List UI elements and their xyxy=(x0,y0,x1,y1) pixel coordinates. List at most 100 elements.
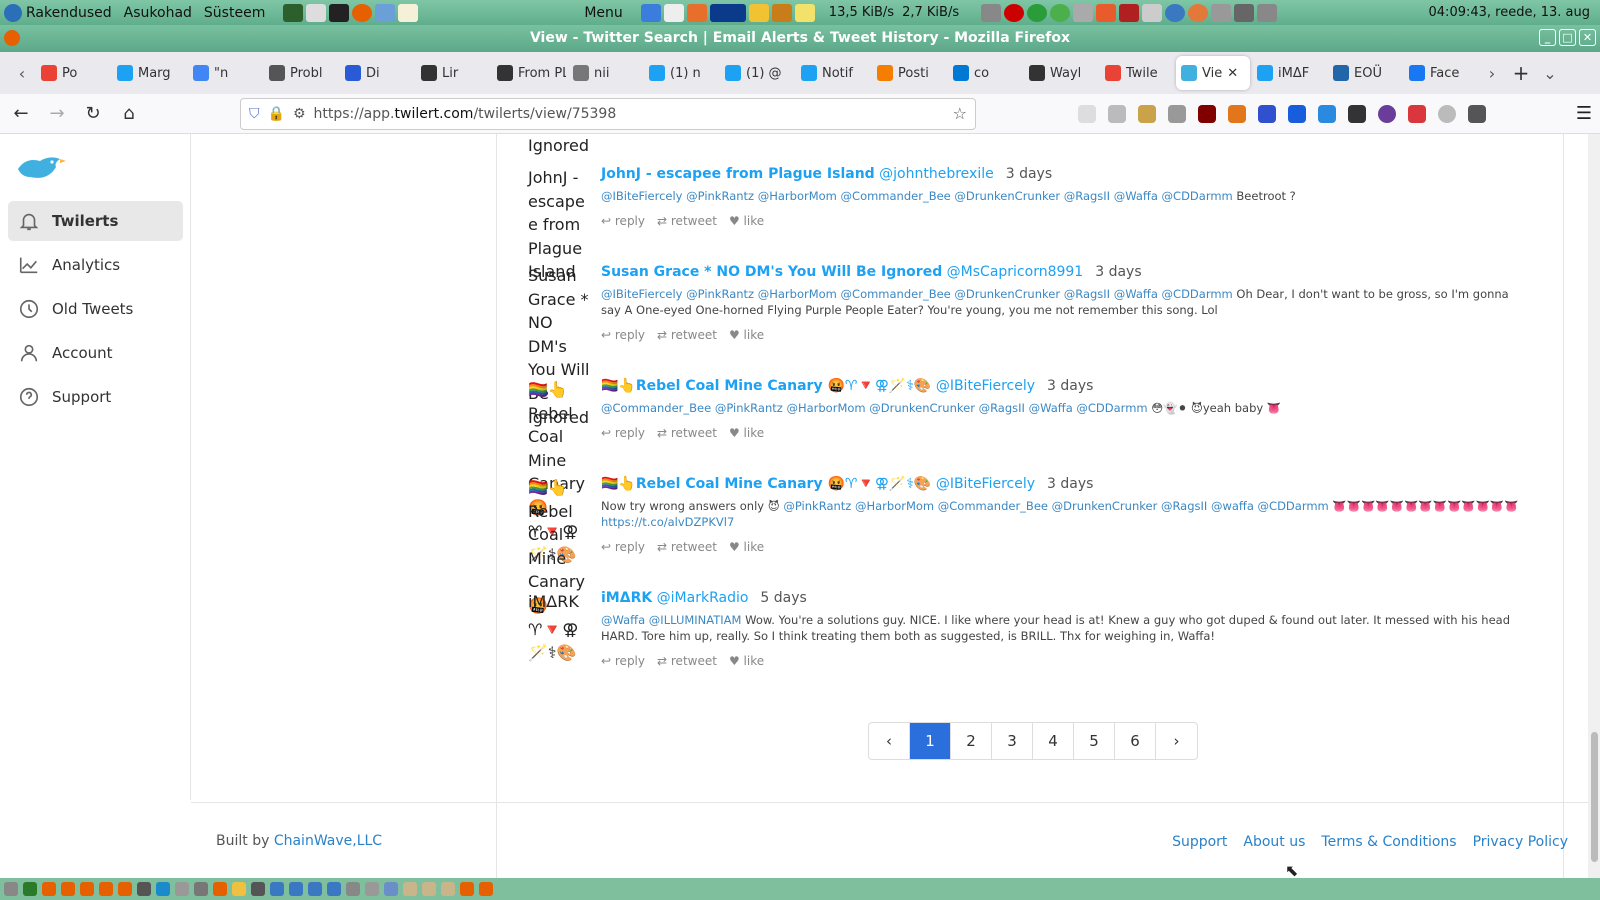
taskbar-item-7[interactable] xyxy=(137,882,151,896)
forward-button[interactable]: → xyxy=(44,101,70,127)
taskbar-item-21[interactable] xyxy=(403,882,417,896)
tab-3[interactable]: Probl xyxy=(264,56,338,90)
tweet-mentions[interactable]: @Waffa @ILLUMINATIAM xyxy=(601,613,741,627)
taskbar-item-4[interactable] xyxy=(80,882,94,896)
taskbar-item-24[interactable] xyxy=(460,882,474,896)
brand-logo[interactable]: twilert xyxy=(16,150,177,183)
tab-17[interactable]: EOÜ xyxy=(1328,56,1402,90)
speaker-icon[interactable] xyxy=(1211,3,1232,22)
taskbar-item-0[interactable] xyxy=(4,882,18,896)
reply-button[interactable]: ↩ reply xyxy=(601,426,645,440)
checkbox-icon[interactable] xyxy=(640,3,661,22)
tab-0[interactable]: Po xyxy=(36,56,110,90)
page-2-button[interactable]: 2 xyxy=(951,723,992,759)
pocket-icon[interactable] xyxy=(1078,104,1096,123)
taskbar-item-25[interactable] xyxy=(479,882,493,896)
lock-icon[interactable]: 🔒 xyxy=(268,106,285,122)
page-scrollbar[interactable] xyxy=(1588,134,1600,878)
like-button[interactable]: ♥ like xyxy=(729,540,764,554)
files-icon[interactable] xyxy=(306,3,327,22)
tab-6[interactable]: From PLAYIN xyxy=(492,56,566,90)
reload-button[interactable]: ↻ xyxy=(80,101,106,127)
ublock-icon[interactable] xyxy=(1198,104,1216,123)
company-link[interactable]: ChainWave,LLC xyxy=(274,833,382,849)
taskbar-item-1[interactable] xyxy=(23,882,37,896)
tab-scroll-right-icon[interactable]: › xyxy=(1478,64,1506,83)
places-menu[interactable]: Asukohad xyxy=(124,5,192,21)
page-6-button[interactable]: 6 xyxy=(1115,723,1156,759)
footer-link-about[interactable]: About us xyxy=(1243,834,1305,850)
scrollbar-thumb[interactable] xyxy=(1591,732,1598,862)
calendar-icon[interactable] xyxy=(1119,3,1140,22)
tweet-author-name[interactable]: 🏳️‍🌈👆Rebel Coal Mine Canary 🤬♈🔻⚢🪄⚕🎨 xyxy=(601,378,931,394)
apps-menu[interactable]: Rakendused xyxy=(4,3,112,22)
reply-button[interactable]: ↩ reply xyxy=(601,654,645,668)
close-button[interactable]: ✕ xyxy=(1579,29,1596,46)
sidebar-item-twilerts[interactable]: Twilerts xyxy=(8,201,183,241)
tab-7[interactable]: nii xyxy=(568,56,642,90)
tab-14[interactable]: Twile xyxy=(1100,56,1174,90)
maximize-button[interactable]: □ xyxy=(1559,29,1576,46)
like-button[interactable]: ♥ like xyxy=(729,654,764,668)
mail-applet-icon[interactable] xyxy=(663,3,684,22)
taskbar-item-2[interactable] xyxy=(42,882,56,896)
taskbar-item-17[interactable] xyxy=(327,882,341,896)
page-1-button[interactable]: 1 xyxy=(910,723,951,759)
tab-9[interactable]: (1) @ xyxy=(720,56,794,90)
tweet-handle[interactable]: @MsCapricorn8991 xyxy=(947,264,1084,280)
game-icon[interactable] xyxy=(1188,3,1209,22)
system-clock[interactable]: 04:09:43, reede, 13. aug xyxy=(1429,5,1596,20)
profile-icon[interactable] xyxy=(1378,104,1396,123)
home-button[interactable]: ⌂ xyxy=(116,101,142,127)
new-tab-button[interactable]: + xyxy=(1506,61,1536,85)
tab-10[interactable]: Notif xyxy=(796,56,870,90)
qbittorrent-icon[interactable] xyxy=(1165,3,1186,22)
globe-icon[interactable] xyxy=(283,3,304,22)
app-menu-icon[interactable]: ☰ xyxy=(1576,103,1592,124)
tab-16[interactable]: iMΔF xyxy=(1252,56,1326,90)
system-menu[interactable]: Süsteem xyxy=(204,5,265,21)
retweet-button[interactable]: ⇄ retweet xyxy=(657,426,717,440)
sidebar-item-analytics[interactable]: Analytics xyxy=(8,245,183,285)
tab-5[interactable]: Lir xyxy=(416,56,490,90)
power-icon[interactable] xyxy=(1438,104,1456,123)
tab-12[interactable]: co xyxy=(948,56,1022,90)
tweet-handle[interactable]: @IBiteFiercely xyxy=(936,378,1035,394)
reply-button[interactable]: ↩ reply xyxy=(601,214,645,228)
footer-link-terms[interactable]: Terms & Conditions xyxy=(1321,834,1456,850)
like-button[interactable]: ♥ like xyxy=(729,426,764,440)
reply-button[interactable]: ↩ reply xyxy=(601,540,645,554)
taskbar-item-20[interactable] xyxy=(384,882,398,896)
mail-icon[interactable] xyxy=(375,3,396,22)
red-ext-icon[interactable] xyxy=(1408,104,1426,123)
minimize-button[interactable]: _ xyxy=(1539,29,1556,46)
network-icon[interactable] xyxy=(1234,3,1255,22)
retweet-button[interactable]: ⇄ retweet xyxy=(657,214,717,228)
magnifier-icon[interactable] xyxy=(771,3,792,22)
terminal-icon[interactable] xyxy=(329,3,350,22)
tab-scroll-left-icon[interactable]: ‹ xyxy=(8,64,36,83)
tab-1[interactable]: Marg xyxy=(112,56,186,90)
taskbar-item-8[interactable] xyxy=(156,882,170,896)
permissions-icon[interactable]: ⚙ xyxy=(293,106,306,122)
taskbar-item-9[interactable] xyxy=(175,882,189,896)
update-icon[interactable] xyxy=(1050,3,1071,22)
tab-8[interactable]: (1) n xyxy=(644,56,718,90)
taskbar-item-16[interactable] xyxy=(308,882,322,896)
link-icon[interactable] xyxy=(1258,104,1276,123)
storage-icon[interactable] xyxy=(1096,3,1117,22)
record-icon[interactable] xyxy=(1004,3,1025,22)
extension-gear-icon[interactable] xyxy=(1168,104,1186,123)
extension-badge-icon[interactable] xyxy=(1138,104,1156,123)
taskbar-item-22[interactable] xyxy=(422,882,436,896)
volume-icon[interactable] xyxy=(981,3,1002,22)
page-4-button[interactable]: 4 xyxy=(1033,723,1074,759)
retweet-button[interactable]: ⇄ retweet xyxy=(657,328,717,342)
tweet-handle[interactable]: @johnthebrexile xyxy=(879,166,994,182)
tweet-author-name[interactable]: Susan Grace * NO DM's You Will Be Ignore… xyxy=(601,264,942,280)
taskbar-item-13[interactable] xyxy=(251,882,265,896)
page-3-button[interactable]: 3 xyxy=(992,723,1033,759)
sidebar-item-support[interactable]: Support xyxy=(8,377,183,417)
reply-button[interactable]: ↩ reply xyxy=(601,328,645,342)
taskbar-item-14[interactable] xyxy=(270,882,284,896)
